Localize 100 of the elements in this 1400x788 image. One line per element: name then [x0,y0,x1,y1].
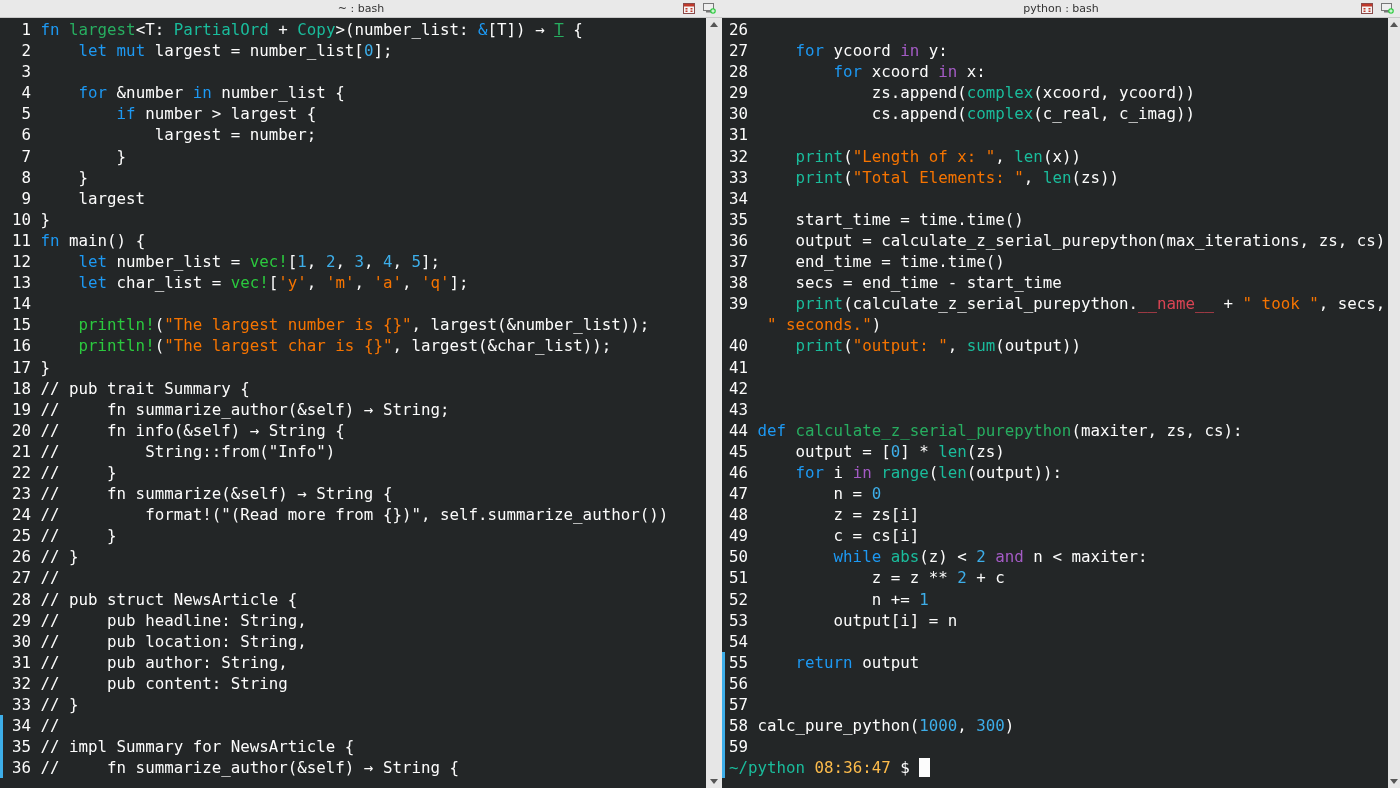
line-number: 16 [12,335,32,357]
code-line: def calculate_z_serial_purepython(maxiter, zs, cs): [757,419,1243,441]
code-line: // pub location: String, [40,630,307,652]
line-number: 53 [729,609,749,631]
line-number: 40 [729,335,749,357]
code-line: while abs(z) < 2 and n < maxiter: [832,546,1148,568]
code-line: // fn summarize(&self) → String { [40,483,393,505]
line-number: 10 [12,208,32,230]
line-number: 46 [729,461,749,484]
window-title: ~ : bash [337,2,385,15]
down-arrow-icon[interactable] [710,779,718,784]
down-arrow-icon[interactable] [1390,779,1398,784]
code-line: } [40,356,51,378]
code-line: // } [40,461,117,484]
code-line: for xcoord in x: [832,61,986,83]
scrollbar[interactable] [706,18,722,788]
line-number: 31 [729,124,749,146]
code-line: return output [794,651,920,673]
code-line: // fn info(&self) → String { [40,419,345,441]
panel-icon[interactable] [1361,3,1373,14]
line-number: 28 [12,588,32,610]
line-number: 29 [729,82,749,104]
code-line: for &number in number_list { [77,82,345,104]
line-number: 34 [12,715,32,737]
line-number: 2 [21,40,31,62]
code-line: output[i] = n [832,609,958,631]
line-number: 50 [729,546,749,568]
line-number: 11 [12,229,32,252]
line-number: 15 [12,314,32,336]
code-line: calc_pure_python(1000, 300) [757,715,1015,737]
line-number: 35 [729,208,749,230]
scrollbar[interactable] [1388,18,1400,788]
code-line: // fn summarize_author(&self) → String { [40,757,459,779]
code-line: // format!("(Read more from {})", self.summarize_author()) [40,504,669,526]
code-line: // pub trait Summary { [40,377,250,399]
code-line: zs.append(complex(xcoord, ycoord)) [870,82,1195,104]
code-line: fn main() { [40,229,146,252]
line-number: 33 [729,166,749,188]
line-number: 6 [21,124,31,146]
line-number: 12 [12,251,32,273]
code-line: // String::from("Info") [40,440,336,462]
line-number: 45 [729,440,749,462]
line-number: 14 [12,293,32,315]
screen-plus-icon[interactable] [703,3,716,14]
line-number: 49 [729,525,749,547]
line-number: 56 [729,672,749,694]
line-number: 39 [729,293,749,315]
code-line: output = [0] * len(zs) [794,440,1005,462]
code-line: print(calculate_z_serial_purepython.__name__ + " took ", secs, [794,293,1386,315]
code-line: largest = number; [153,124,317,146]
line-number: 55 [729,651,749,673]
line-number: 7 [21,145,31,167]
code-line: fn largest<T: PartialOrd + Copy>(number_list: &[T]) → T { [40,19,583,41]
line-number: 26 [729,19,749,41]
prompt-symbol: $ [900,757,910,779]
line-number: 34 [729,187,749,209]
code-line: println!("The largest number is {}", largest(&number_list)); [77,314,650,336]
code-line: n += 1 [870,588,929,610]
code-line: for ycoord in y: [794,40,948,62]
line-number: 35 [12,736,32,758]
code-line: // } [40,525,117,547]
line-number: 22 [12,461,32,484]
line-number: 36 [12,757,32,779]
line-number: 59 [729,736,749,758]
code-line: println!("The largest char is {}", largest(&char_list)); [77,335,612,357]
code-line: let char_list = vec!['y', 'm', 'a', 'q']; [77,272,469,294]
code-line: z = zs[i] [832,504,920,526]
code-line: cs.append(complex(c_real, c_imag)) [870,103,1195,125]
line-number: 51 [729,567,749,589]
code-line: } [115,145,127,167]
line-number: 37 [729,251,749,273]
code-line: n = 0 [832,483,882,505]
code-line: // pub author: String, [40,651,288,673]
up-arrow-icon[interactable] [1390,22,1398,27]
up-arrow-icon[interactable] [710,22,718,27]
line-number: 1 [21,19,31,41]
code-line: // pub struct NewsArticle { [40,588,298,610]
panel-icon[interactable] [683,3,695,14]
code-line: print("output: ", sum(output)) [794,335,1081,357]
code-line: let mut largest = number_list[0]; [77,40,393,62]
line-number: 30 [12,630,32,652]
code-line: // [40,715,60,737]
code-line: print("Length of x: ", len(x)) [794,145,1081,167]
prompt-time: 08:36:47 [814,757,891,779]
code-line: } [77,166,89,188]
line-number: 48 [729,504,749,526]
code-line: " seconds.") [766,314,882,336]
line-number: 32 [12,672,32,694]
code-line: } [40,208,51,230]
code-line: for i in range(len(output)): [794,461,1062,484]
line-number: 47 [729,483,749,505]
code-line: // pub headline: String, [40,609,307,631]
line-number: 29 [12,609,32,631]
code-line: // pub content: String [40,672,288,694]
line-number: 44 [729,419,749,441]
line-number: 52 [729,588,749,610]
line-number: 24 [12,504,32,526]
screen-plus-icon[interactable] [1381,3,1394,14]
line-number: 3 [21,61,31,83]
line-number: 58 [729,715,749,737]
